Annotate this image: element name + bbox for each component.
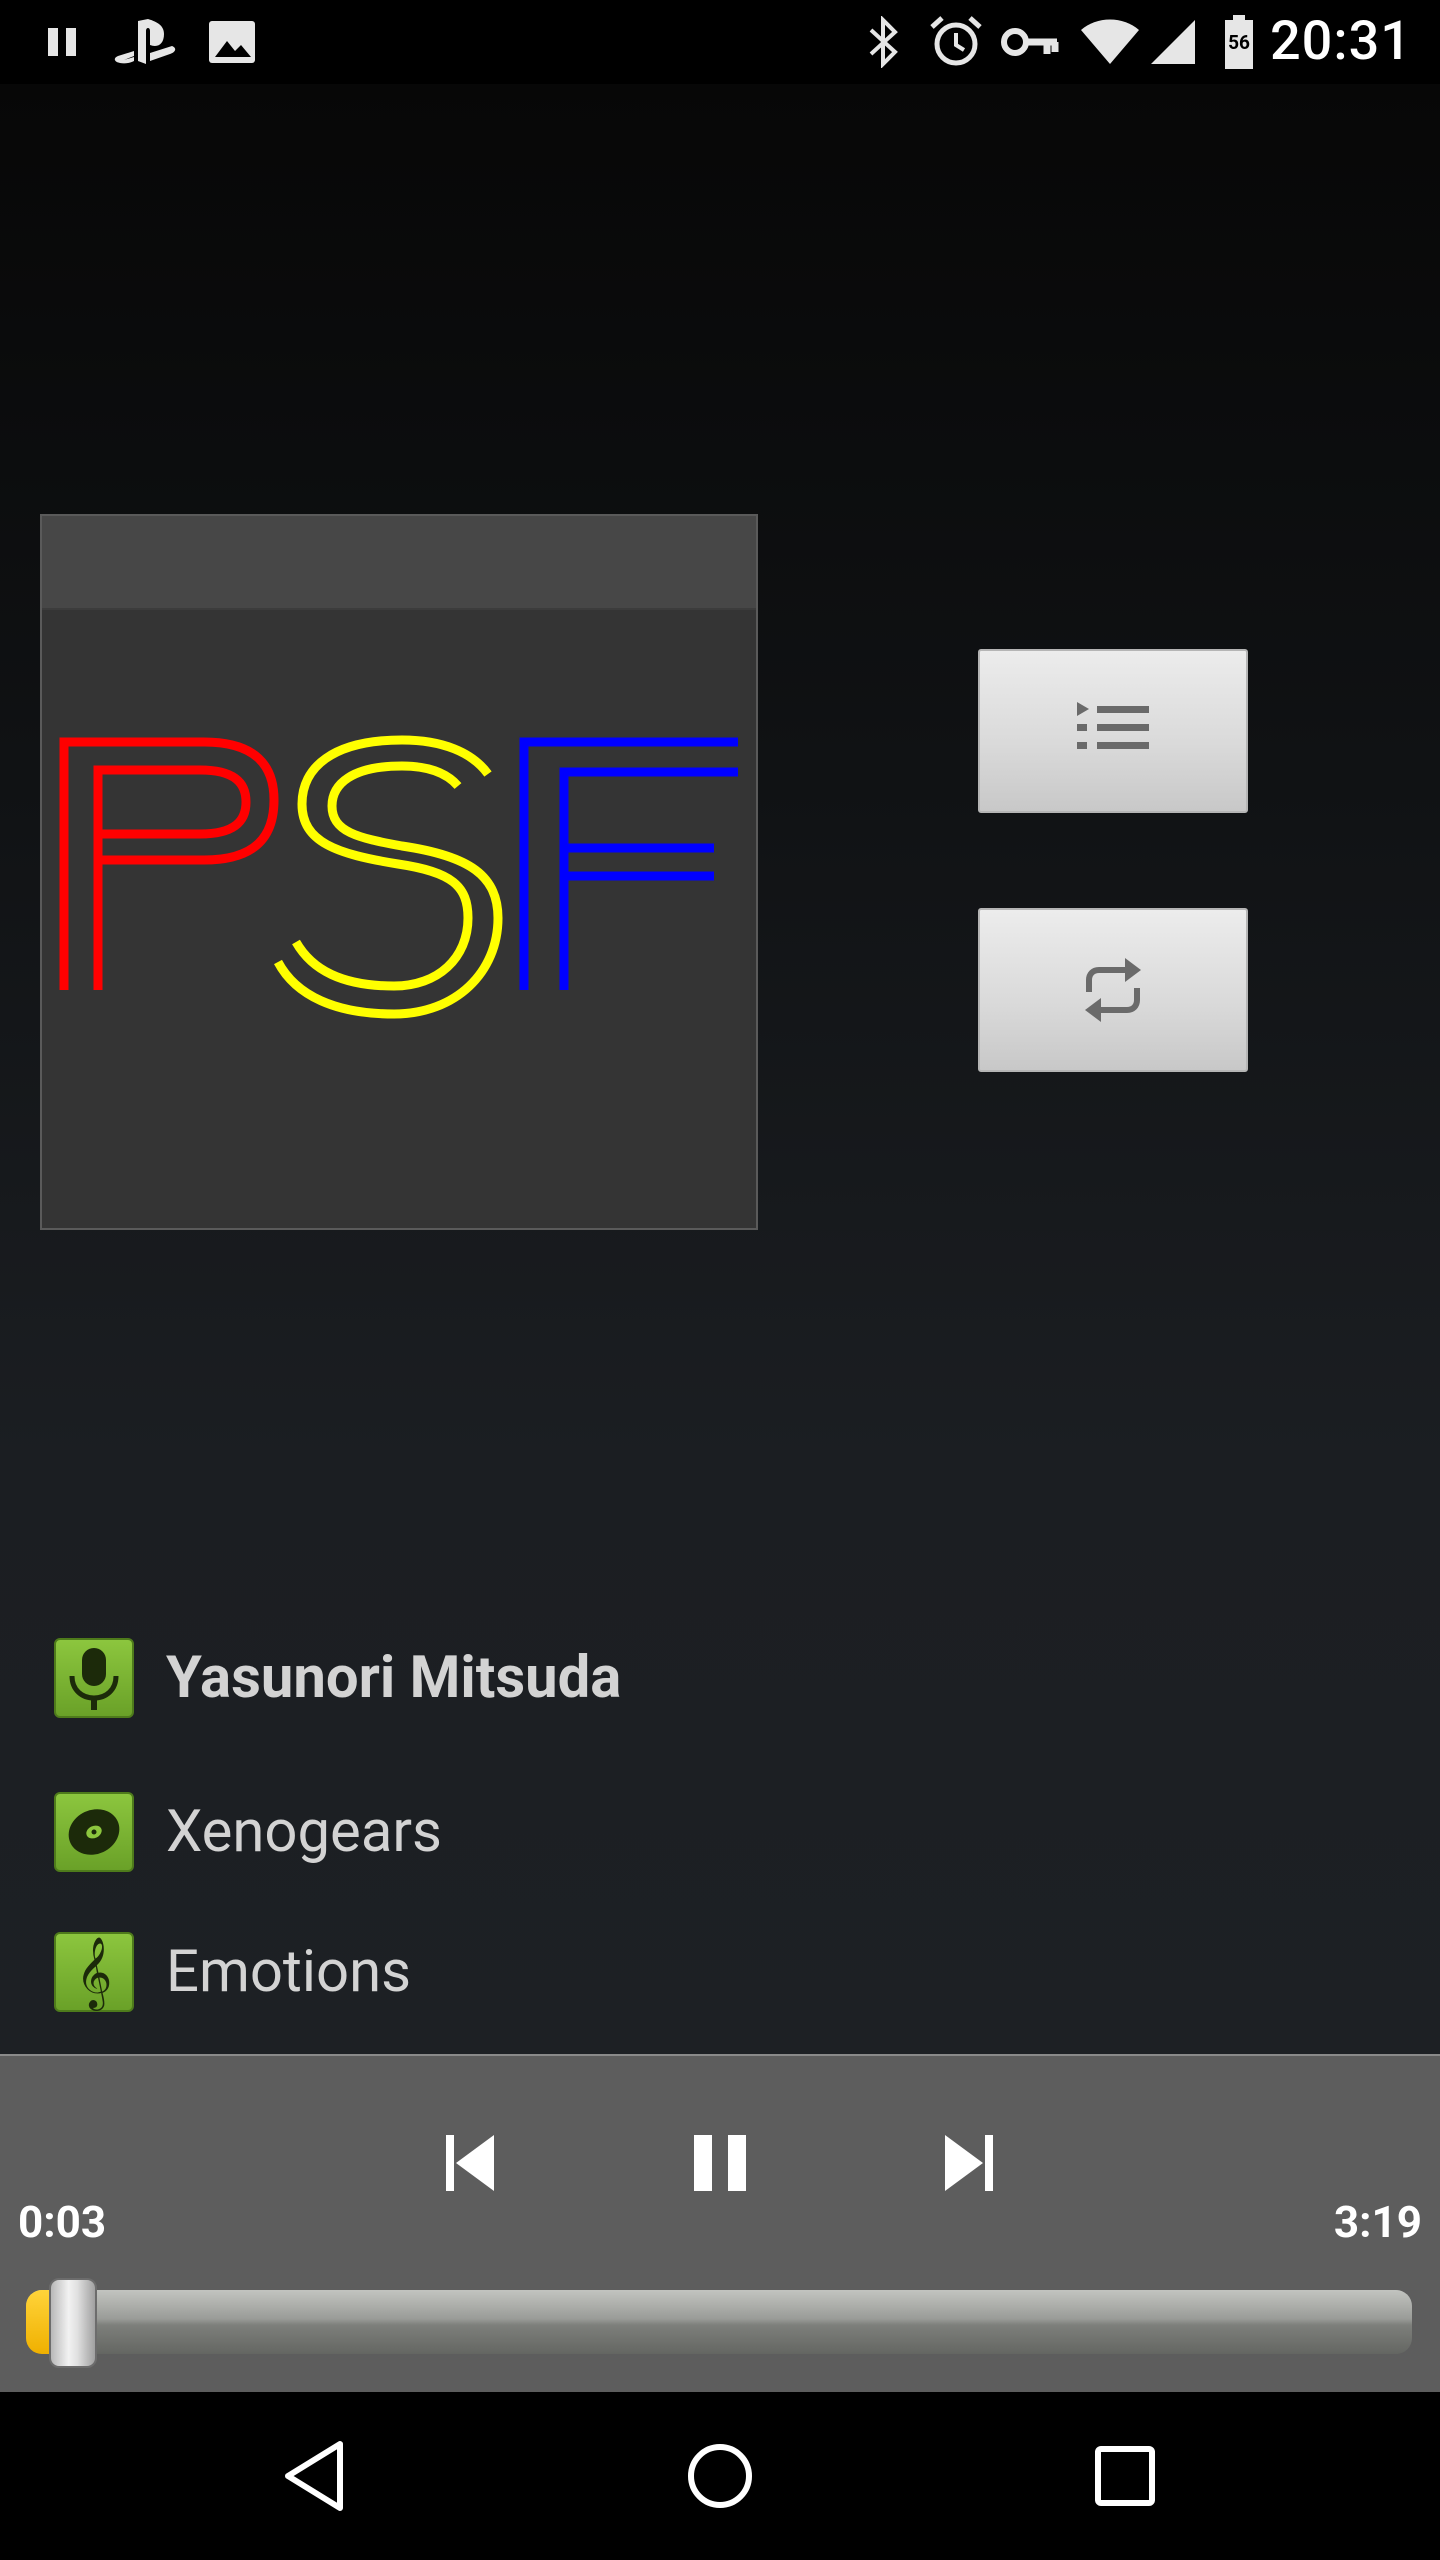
home-icon <box>688 2444 752 2508</box>
back-icon <box>285 2441 343 2511</box>
elapsed-time: 0:03 <box>18 2196 107 2248</box>
back-button[interactable] <box>265 2426 365 2526</box>
psf-logo <box>59 735 738 1019</box>
album-art <box>40 514 758 1230</box>
clock: 20:31 <box>1269 10 1412 73</box>
artist-row: Yasunori Mitsuda <box>54 1636 621 1720</box>
seek-bar[interactable] <box>26 2290 1412 2354</box>
pause-button[interactable] <box>675 2118 765 2208</box>
repeat-button[interactable] <box>978 908 1248 1072</box>
microphone-icon <box>54 1638 134 1718</box>
seek-thumb[interactable] <box>48 2278 97 2368</box>
pause-icon <box>42 14 82 70</box>
battery-icon: 56 <box>1222 14 1256 70</box>
recents-icon <box>1095 2446 1155 2506</box>
next-button[interactable] <box>924 2118 1014 2208</box>
queue-button[interactable] <box>978 649 1248 813</box>
skip-previous-icon <box>446 2135 494 2191</box>
psf-letter-p <box>59 737 279 990</box>
skip-next-icon <box>945 2135 993 2191</box>
queue-list-icon <box>1077 702 1149 749</box>
alarm-icon <box>926 14 986 70</box>
repeat-icon <box>1085 958 1141 1022</box>
track-title: Emotions <box>166 1938 412 2006</box>
bluetooth-icon <box>862 14 906 70</box>
playback-controls: 0:03 3:19 <box>0 2054 1440 2392</box>
treble-clef-icon: 𝄞 <box>54 1932 134 2012</box>
recents-button[interactable] <box>1075 2426 1175 2526</box>
vpn-key-icon <box>1000 14 1060 70</box>
psf-letter-f <box>519 737 738 990</box>
signal-icon <box>1148 14 1198 70</box>
home-button[interactable] <box>670 2426 770 2526</box>
disc-icon <box>54 1792 134 1872</box>
navigation-bar <box>0 2392 1440 2560</box>
album-name: Xenogears <box>166 1798 442 1866</box>
status-bar: 56 20:31 <box>0 0 1440 84</box>
battery-level: 56 <box>1228 31 1250 54</box>
playstation-icon <box>110 14 180 70</box>
image-icon <box>204 14 260 70</box>
title-row: 𝄞 Emotions <box>54 1930 411 2014</box>
album-row: Xenogears <box>54 1790 442 1874</box>
artist-name: Yasunori Mitsuda <box>166 1644 622 1712</box>
total-time: 3:19 <box>1333 2196 1422 2248</box>
previous-button[interactable] <box>425 2118 515 2208</box>
pause-icon <box>694 2135 746 2191</box>
psf-letter-s <box>274 735 503 1019</box>
wifi-icon <box>1078 14 1142 70</box>
